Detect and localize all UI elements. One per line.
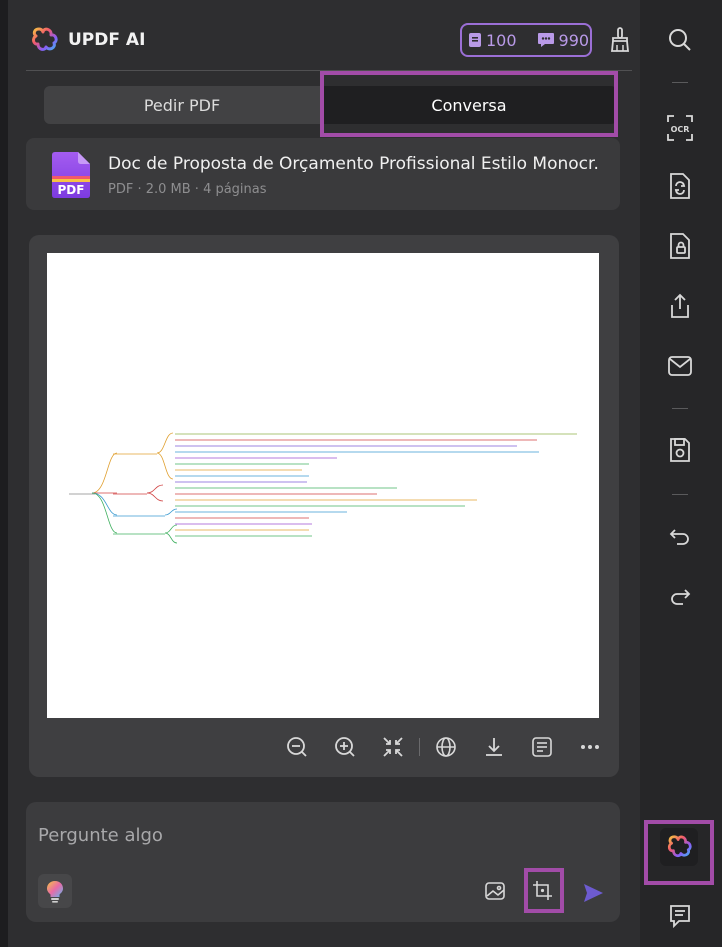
redo-button[interactable] [664,580,696,612]
toolbar-divider [419,738,420,756]
preview-toolbar [273,733,614,761]
undo-icon [669,529,689,545]
rail-divider [672,408,688,409]
send-icon [584,884,603,902]
convert-icon [670,173,690,199]
email-button[interactable] [664,350,696,382]
document-credit-icon [469,33,481,47]
zoom-in-button[interactable] [321,733,369,761]
right-toolbar: OCR [640,0,722,947]
ai-panel: UPDF AI 100 990 Pedir PDF Conversa PDF D… [8,0,640,947]
image-icon [485,882,505,900]
file-meta: PDF · 2.0 MB · 4 páginas [108,182,267,197]
share-button[interactable] [664,290,696,322]
ocr-button[interactable]: OCR [664,112,696,144]
credits-badge[interactable]: 100 990 [460,23,592,57]
convert-button[interactable] [664,170,696,202]
more-icon [581,745,599,749]
lightbulb-icon [47,881,63,903]
undo-button[interactable] [664,520,696,552]
mindmap-thumbnail-icon [69,432,577,544]
more-button[interactable] [566,733,614,761]
protect-button[interactable] [664,230,696,262]
save-icon [670,438,690,462]
mail-icon [668,356,692,376]
document-preview [29,235,619,777]
fit-page-button[interactable] [369,733,417,761]
highlight-ai-button [644,820,714,885]
chat-credit-icon [537,33,554,47]
download-icon [486,738,502,756]
tab-ask-pdf[interactable]: Pedir PDF [44,86,320,124]
prompt-box [26,802,620,922]
translate-button[interactable] [422,733,470,761]
pdf-badge-text: PDF [58,183,85,197]
ocr-label: OCR [671,125,690,134]
share-icon [671,293,689,318]
comment-button[interactable] [664,900,696,932]
highlight-screenshot-button [524,868,564,913]
ocr-icon: OCR [667,115,693,141]
outline-icon [532,737,552,757]
pdf-page-thumbnail[interactable] [47,253,599,718]
comment-icon [670,905,690,929]
updf-logo-icon [32,27,58,51]
send-button[interactable] [578,878,608,908]
chat-credit-count: 990 [558,30,590,50]
left-window-edge [0,0,8,947]
redo-icon [671,589,691,605]
rail-divider [672,82,688,83]
pdf-file-icon: PDF [52,152,90,198]
fit-icon [383,737,403,757]
clear-chat-icon[interactable] [606,26,634,54]
protect-icon [670,233,690,259]
prompt-input[interactable] [38,820,598,850]
zoom-out-icon [287,737,307,757]
highlight-chat-tab [320,71,618,137]
save-button[interactable] [664,434,696,466]
document-credit-count: 100 [486,30,517,50]
app-title: UPDF AI [68,30,146,50]
prompt-suggestions-button[interactable] [38,874,72,908]
file-name: Doc de Proposta de Orçamento Profissiona… [108,154,598,174]
file-card[interactable]: PDF Doc de Proposta de Orçamento Profiss… [26,138,620,210]
zoom-out-button[interactable] [273,733,321,761]
outline-button[interactable] [518,733,566,761]
translate-icon [436,737,456,757]
upload-image-button[interactable] [480,876,510,906]
search-icon [669,29,691,51]
rail-divider [672,494,688,495]
download-button[interactable] [470,733,518,761]
zoom-in-icon [335,737,355,757]
search-button[interactable] [664,24,696,56]
